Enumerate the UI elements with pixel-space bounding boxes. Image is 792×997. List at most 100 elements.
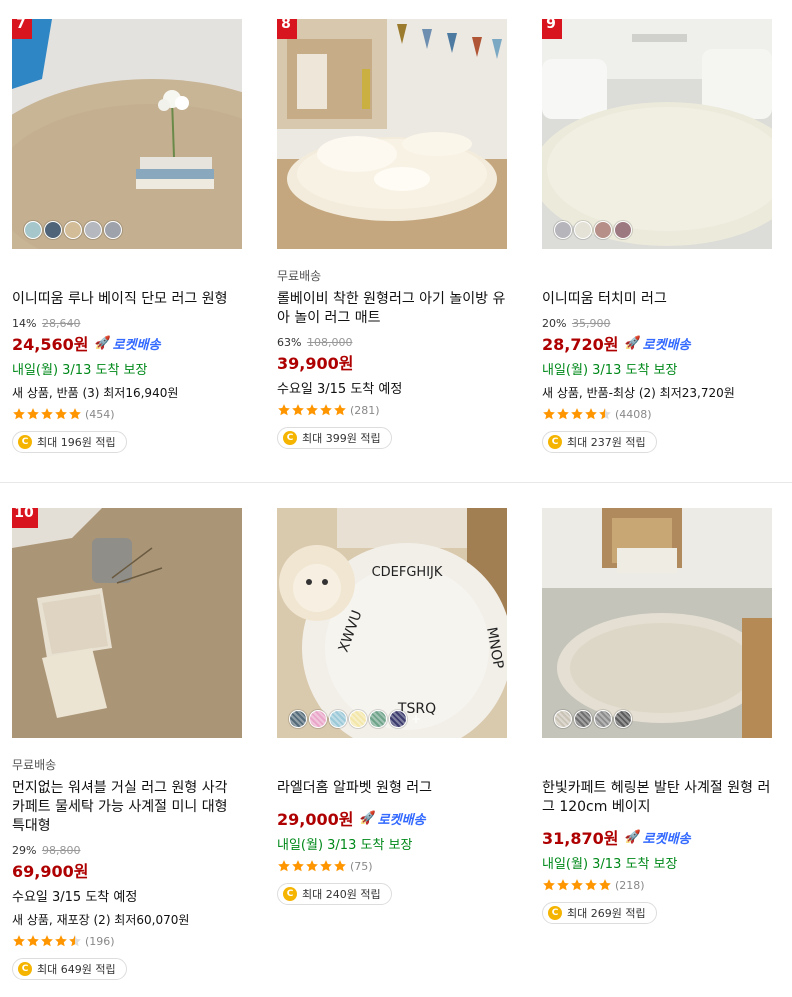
delivery-info: 내일(월) 3/13 도착 보장 xyxy=(542,857,678,872)
rocket-label: 로켓배송 xyxy=(112,337,161,353)
star-icon xyxy=(599,879,611,891)
discount-line: 14% 28,640 xyxy=(12,317,244,330)
reward-badge: C 최대 237원 적립 xyxy=(542,431,657,453)
star-icon xyxy=(27,935,39,947)
product-image[interactable]: 8 xyxy=(277,19,507,249)
review-count: (281) xyxy=(350,403,380,417)
color-swatch[interactable] xyxy=(614,221,632,239)
free-shipping-label: 무료배송 xyxy=(277,269,322,283)
delivery-info: 내일(월) 3/13 도착 보장 xyxy=(12,363,148,378)
product-name[interactable]: 먼지없는 워셔블 거실 러그 원형 사각 카페트 물세탁 가능 사계절 미니 대… xyxy=(12,779,244,836)
color-swatch[interactable] xyxy=(309,710,327,728)
rating: (454) xyxy=(12,407,244,421)
more-swatches-icon[interactable]: + xyxy=(411,710,421,728)
star-icon xyxy=(585,408,597,420)
color-swatch[interactable] xyxy=(24,221,42,239)
reward-text: 최대 196원 적립 xyxy=(37,436,116,449)
original-price: 35,900 xyxy=(571,317,611,330)
delivery-info: 내일(월) 3/13 도착 보장 xyxy=(277,838,413,853)
rocket-label: 로켓배송 xyxy=(377,812,426,828)
product-card[interactable]: 10 무료배송 먼지없는 워셔블 거실 러그 원형 사각 카페트 물세탁 가능 … xyxy=(12,508,244,980)
color-swatch[interactable] xyxy=(594,221,612,239)
product-card[interactable]: 8 무료배송 롤베이비 착한 원형러그 아기 놀이방 유아 놀이 러그 매트 6… xyxy=(277,19,509,449)
color-swatch[interactable] xyxy=(289,710,307,728)
sale-price: 28,720원 xyxy=(542,335,619,354)
star-icon xyxy=(69,408,81,420)
coin-icon: C xyxy=(18,962,32,976)
free-shipping-label: 무료배송 xyxy=(12,758,57,772)
star-icon xyxy=(13,408,25,420)
star-icon xyxy=(278,404,290,416)
discount-line: 29% 98,800 xyxy=(12,844,244,857)
product-card[interactable]: 7 이니띠움 루나 베이직 단모 러그 원형 14% 28,640 24,560… xyxy=(12,19,244,453)
color-swatch[interactable] xyxy=(574,221,592,239)
star-icon xyxy=(13,935,25,947)
delivery-info: 내일(월) 3/13 도착 보장 xyxy=(542,363,678,378)
product-card[interactable]: 9 이니띠움 터치미 러그 20% 35,900 28,720원 🚀 로켓배송 내일… xyxy=(542,19,774,453)
product-image[interactable]: 9 xyxy=(542,19,772,249)
pattern-swatches[interactable]: + xyxy=(289,710,421,728)
product-image[interactable] xyxy=(542,508,772,738)
star-icon xyxy=(27,408,39,420)
product-name[interactable]: 한빛카페트 헤링본 발탄 사계절 원형 러그 120cm 베이지 xyxy=(542,779,774,817)
reward-text: 최대 399원 적립 xyxy=(302,432,381,445)
rocket-delivery-badge: 🚀 로켓배송 xyxy=(624,334,690,353)
star-icon xyxy=(585,879,597,891)
review-count: (75) xyxy=(350,859,373,873)
rank-badge: 7 xyxy=(12,19,32,39)
rocket-delivery-badge: 🚀 로켓배송 xyxy=(624,828,690,847)
rocket-icon: 🚀 xyxy=(624,335,641,351)
coin-icon: C xyxy=(283,431,297,445)
pattern-swatches[interactable] xyxy=(554,710,632,728)
color-swatch[interactable] xyxy=(554,710,572,728)
other-sellers-link[interactable]: 새 상품, 재포장 (2) 최저60,070원 xyxy=(12,911,244,928)
sale-price: 39,900원 xyxy=(277,354,354,373)
star-icon xyxy=(306,404,318,416)
product-name[interactable]: 라엘더홈 알파벳 원형 러그 xyxy=(277,779,509,798)
star-icon xyxy=(41,935,53,947)
color-swatch[interactable] xyxy=(389,710,407,728)
product-card[interactable]: 한빛카페트 헤링본 발탄 사계절 원형 러그 120cm 베이지 31,870원… xyxy=(542,508,774,924)
color-swatch[interactable] xyxy=(554,221,572,239)
color-swatch[interactable] xyxy=(349,710,367,728)
color-swatch[interactable] xyxy=(574,710,592,728)
color-swatch[interactable] xyxy=(64,221,82,239)
color-swatch[interactable] xyxy=(104,221,122,239)
rating: (75) xyxy=(277,859,509,873)
original-price: 108,000 xyxy=(306,336,353,349)
star-icon xyxy=(55,935,67,947)
color-swatch[interactable] xyxy=(369,710,387,728)
product-image[interactable]: 7 xyxy=(12,19,242,249)
product-card[interactable]: CDEFGHIJK XWVU TSRQ MNOP + 라엘더홈 알파벳 원형 러… xyxy=(277,508,509,905)
review-count: (218) xyxy=(615,878,645,892)
rocket-icon: 🚀 xyxy=(94,335,111,351)
svg-text:CDEFGHIJK: CDEFGHIJK xyxy=(372,565,443,580)
color-swatches[interactable] xyxy=(554,221,632,239)
reward-text: 최대 237원 적립 xyxy=(567,436,646,449)
coin-icon: C xyxy=(283,887,297,901)
reward-badge: C 최대 269원 적립 xyxy=(542,902,657,924)
product-name[interactable]: 이니띠움 루나 베이직 단모 러그 원형 xyxy=(12,290,244,309)
coin-icon: C xyxy=(548,435,562,449)
product-name[interactable]: 이니띠움 터치미 러그 xyxy=(542,290,774,309)
sale-price: 29,000원 xyxy=(277,810,354,829)
rank-badge: 8 xyxy=(277,19,297,39)
row-divider xyxy=(0,482,792,483)
color-swatch[interactable] xyxy=(614,710,632,728)
color-swatch[interactable] xyxy=(44,221,62,239)
star-rating xyxy=(542,407,612,421)
star-rating xyxy=(12,407,82,421)
sale-price: 69,900원 xyxy=(12,862,89,881)
product-image[interactable]: CDEFGHIJK XWVU TSRQ MNOP + xyxy=(277,508,507,738)
color-swatch[interactable] xyxy=(329,710,347,728)
other-sellers-link[interactable]: 새 상품, 반품 (3) 최저16,940원 xyxy=(12,384,244,401)
star-icon xyxy=(306,860,318,872)
color-swatches[interactable] xyxy=(24,221,122,239)
color-swatch[interactable] xyxy=(594,710,612,728)
reward-text: 최대 649원 적립 xyxy=(37,963,116,976)
product-name[interactable]: 롤베이비 착한 원형러그 아기 놀이방 유아 놀이 러그 매트 xyxy=(277,290,509,328)
delivery-info: 수요일 3/15 도착 예정 xyxy=(277,382,403,397)
color-swatch[interactable] xyxy=(84,221,102,239)
other-sellers-link[interactable]: 새 상품, 반품-최상 (2) 최저23,720원 xyxy=(542,384,774,401)
product-image[interactable]: 10 xyxy=(12,508,242,738)
